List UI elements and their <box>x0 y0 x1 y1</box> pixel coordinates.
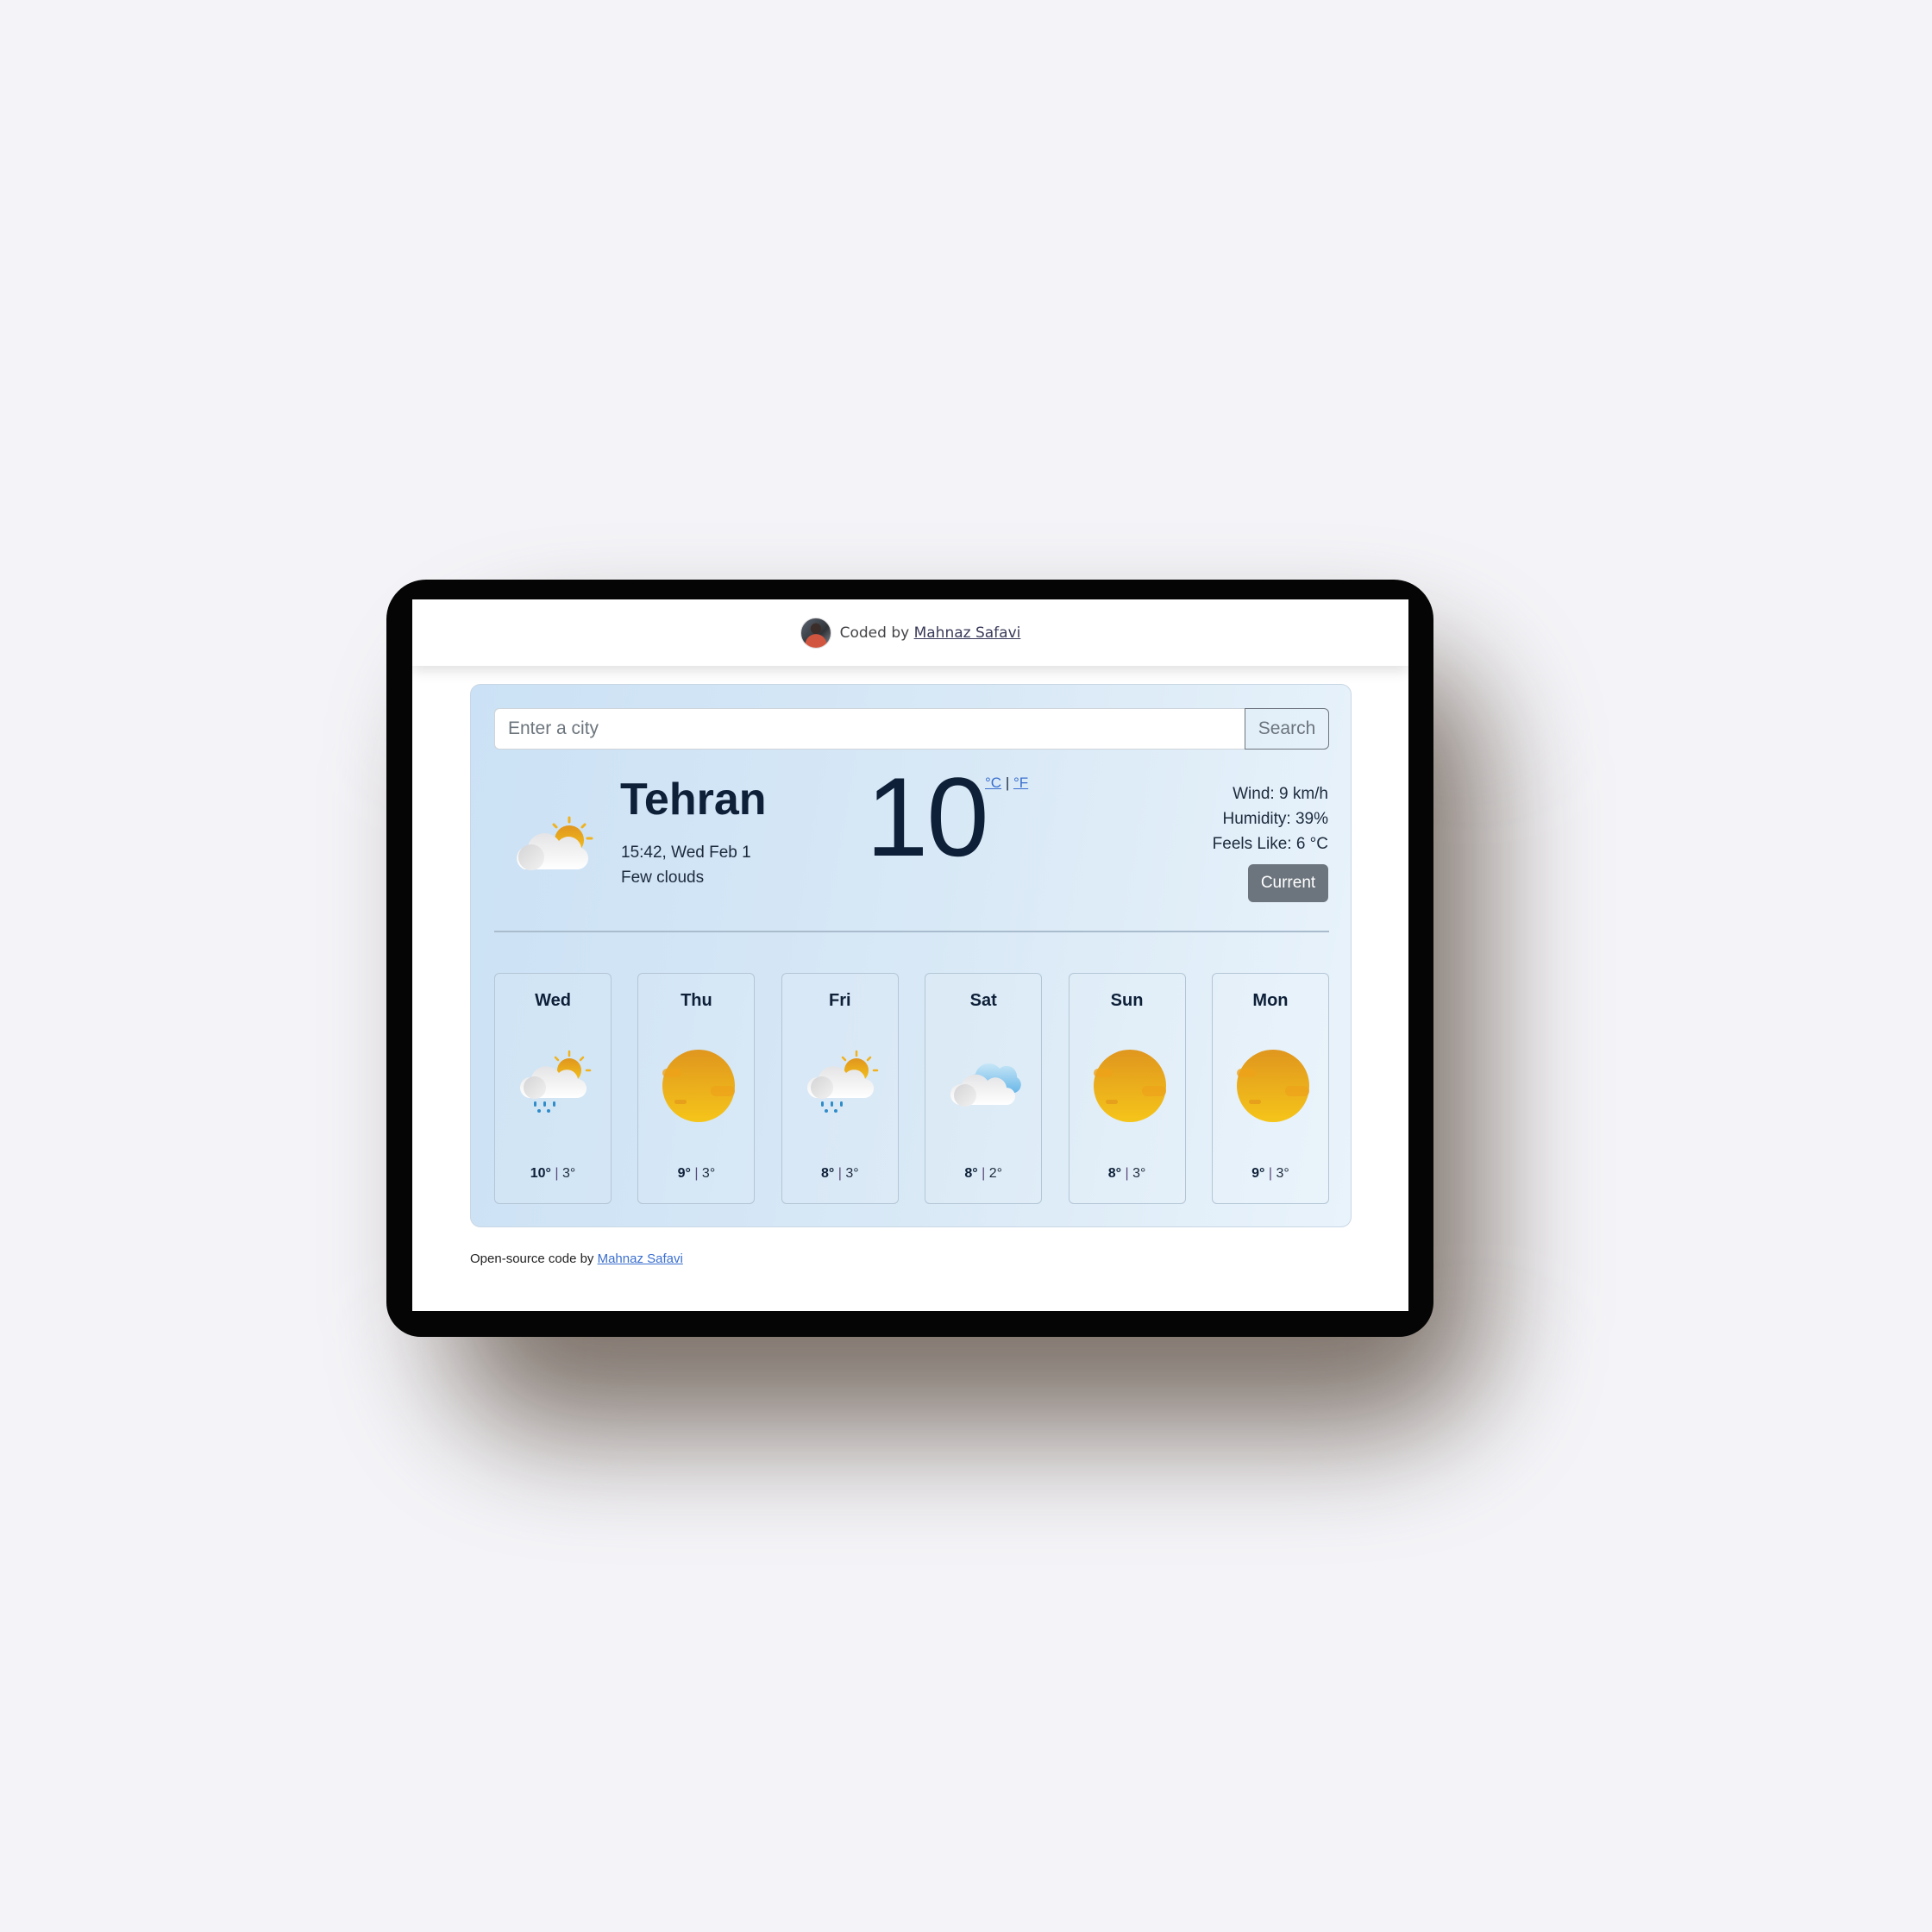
sun-icon <box>1093 1050 1166 1122</box>
forecast-row: Wed 10° | 3° Thu 9° | 3° Fri 8° | 3° Sat… <box>494 973 1329 1204</box>
forecast-max-temp: 9° <box>1251 1166 1265 1181</box>
forecast-temp-separator: | <box>1268 1166 1273 1181</box>
forecast-day-name: Fri <box>829 991 851 1010</box>
fahrenheit-link[interactable]: °F <box>1013 775 1028 791</box>
rain-sun-cloud-icon <box>806 1050 879 1122</box>
current-location-button[interactable]: Current <box>1248 864 1328 902</box>
current-datetime: 15:42, Wed Feb 1 <box>621 844 751 862</box>
forecast-day-name: Sat <box>969 991 997 1010</box>
app-screen: Coded by Mahnaz Safavi Search Tehran 15:… <box>412 599 1408 1311</box>
search-form: Search <box>494 708 1329 750</box>
forecast-temps: 9° | 3° <box>1213 1166 1328 1182</box>
forecast-max-temp: 9° <box>677 1166 691 1181</box>
unit-toggle: °C | °F <box>985 775 1028 792</box>
forecast-temps: 8° | 2° <box>925 1166 1041 1182</box>
forecast-day-mon: Mon 9° | 3° <box>1211 973 1329 1204</box>
forecast-temp-separator: | <box>1125 1166 1129 1181</box>
forecast-min-temp: 3° <box>701 1166 716 1181</box>
footer-prefix: Open-source code by <box>470 1251 594 1266</box>
wind-stat: Wind: 9 km/h <box>1233 785 1328 803</box>
forecast-max-temp: 8° <box>964 1166 978 1181</box>
clouds-icon <box>950 1050 1022 1122</box>
forecast-temps: 8° | 3° <box>782 1166 898 1182</box>
forecast-temp-separator: | <box>694 1166 699 1181</box>
weather-stats: Wind: 9 km/h Humidity: 39% Feels Like: 6… <box>1213 781 1328 856</box>
forecast-temps: 10° | 3° <box>495 1166 611 1182</box>
forecast-min-temp: 3° <box>561 1166 576 1181</box>
forecast-temp-separator: | <box>555 1166 559 1181</box>
sun-icon <box>1236 1050 1309 1122</box>
weather-description: Few clouds <box>621 869 705 887</box>
search-button[interactable]: Search <box>1245 708 1329 750</box>
city-name: Tehran <box>620 775 767 825</box>
feels-like-stat: Feels Like: 6 °C <box>1212 835 1328 853</box>
forecast-day-thu: Thu 9° | 3° <box>637 973 756 1204</box>
top-bar: Coded by Mahnaz Safavi <box>412 599 1408 666</box>
footer: Open-source code by Mahnaz Safavi <box>470 1251 683 1266</box>
forecast-min-temp: 3° <box>1132 1166 1146 1181</box>
author-avatar <box>800 617 831 649</box>
humidity-stat: Humidity: 39% <box>1222 810 1329 828</box>
forecast-day-wed: Wed 10° | 3° <box>494 973 612 1204</box>
forecast-day-name: Wed <box>535 991 571 1010</box>
footer-author-link[interactable]: Mahnaz Safavi <box>598 1251 683 1266</box>
sun-icon <box>662 1050 736 1122</box>
forecast-min-temp: 2° <box>988 1166 1002 1181</box>
current-temperature: 10 <box>866 754 989 880</box>
forecast-day-name: Mon <box>1252 991 1289 1010</box>
celsius-link[interactable]: °C <box>985 775 1001 791</box>
forecast-day-name: Thu <box>681 991 712 1010</box>
city-search-input[interactable] <box>494 708 1245 750</box>
divider <box>494 931 1329 932</box>
forecast-temp-separator: | <box>982 1166 986 1181</box>
rain-sun-cloud-icon <box>519 1050 592 1122</box>
few-clouds-icon <box>517 816 593 870</box>
forecast-temp-separator: | <box>837 1166 842 1181</box>
coded-by-prefix: Coded by <box>839 624 910 642</box>
coded-by-text: Coded by Mahnaz Safavi <box>840 624 1021 642</box>
author-link[interactable]: Mahnaz Safavi <box>914 624 1021 642</box>
forecast-max-temp: 8° <box>820 1166 835 1181</box>
forecast-min-temp: 3° <box>1276 1166 1289 1181</box>
forecast-max-temp: 10° <box>530 1166 551 1181</box>
unit-separator: | <box>1005 775 1010 791</box>
forecast-day-name: Sun <box>1110 991 1144 1010</box>
forecast-temps: 8° | 3° <box>1070 1166 1185 1182</box>
forecast-max-temp: 8° <box>1107 1166 1122 1181</box>
forecast-day-sun: Sun 8° | 3° <box>1068 973 1186 1204</box>
forecast-min-temp: 3° <box>845 1166 859 1181</box>
weather-card: Search Tehran 15:42, Wed Feb 1 Few cloud… <box>470 684 1352 1227</box>
forecast-day-sat: Sat 8° | 2° <box>925 973 1043 1204</box>
forecast-temps: 9° | 3° <box>638 1166 754 1182</box>
forecast-day-fri: Fri 8° | 3° <box>781 973 899 1204</box>
